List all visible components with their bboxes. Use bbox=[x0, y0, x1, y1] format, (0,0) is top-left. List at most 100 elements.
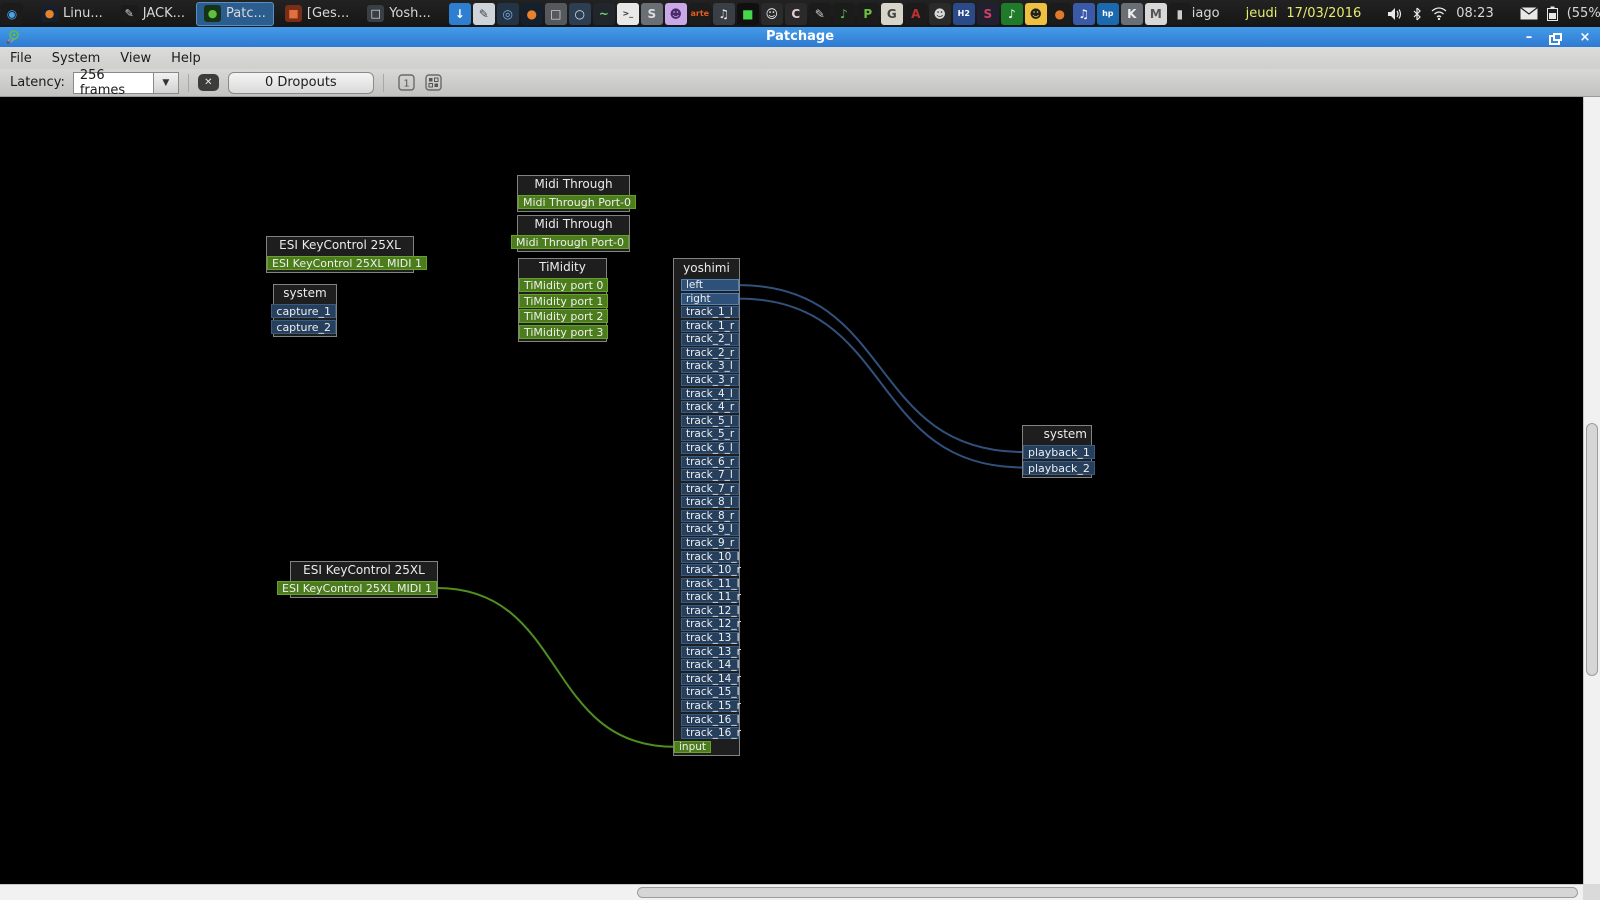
patch-canvas[interactable]: Midi ThroughMidi Through Port-0Midi Thro… bbox=[0, 97, 1583, 884]
pin-app-icon[interactable]: P bbox=[857, 3, 879, 25]
connection-midi[interactable] bbox=[437, 588, 674, 747]
port-track_10_l[interactable]: track_10_l bbox=[681, 551, 739, 563]
node-title[interactable]: ESI KeyControl 25XL bbox=[267, 237, 413, 254]
window-titlebar[interactable]: Patchage – × bbox=[0, 27, 1600, 47]
music-note-icon[interactable]: ♪ bbox=[833, 3, 855, 25]
connection-audio[interactable] bbox=[739, 299, 1023, 468]
port-track_11_l[interactable]: track_11_l bbox=[681, 578, 739, 590]
node-title[interactable]: yoshimi bbox=[674, 259, 739, 277]
port-track_15_l[interactable]: track_15_l bbox=[681, 686, 739, 698]
port-track_8_l[interactable]: track_8_l bbox=[681, 496, 739, 508]
vertical-scrollbar[interactable] bbox=[1583, 97, 1600, 884]
node-title[interactable]: system bbox=[1023, 426, 1091, 443]
port-track_1_l[interactable]: track_1_l bbox=[681, 306, 739, 318]
pencil-tool-icon[interactable]: ✎ bbox=[809, 3, 831, 25]
battery-tray-icon[interactable]: ▮ bbox=[1169, 3, 1191, 25]
mail-icon[interactable] bbox=[1520, 7, 1538, 20]
port-capture_1[interactable]: capture_1 bbox=[271, 304, 336, 318]
port-playback_2[interactable]: playback_2 bbox=[1023, 461, 1095, 475]
panel-weekday[interactable]: jeudi bbox=[1246, 6, 1278, 21]
horizontal-scrollbar[interactable] bbox=[0, 884, 1583, 900]
port-midi-through-port-0[interactable]: Midi Through Port-0 bbox=[511, 235, 629, 249]
taskbar-item-2[interactable]: ✎JACK... bbox=[114, 2, 192, 26]
vmpk-piano-icon[interactable]: ♫ bbox=[1073, 3, 1095, 25]
port-track_15_r[interactable]: track_15_r bbox=[681, 700, 739, 712]
port-track_8_r[interactable]: track_8_r bbox=[681, 510, 739, 522]
horizontal-scrollbar-thumb[interactable] bbox=[637, 887, 1578, 898]
port-right[interactable]: right bbox=[681, 293, 739, 305]
port-timidity-port-2[interactable]: TiMidity port 2 bbox=[519, 309, 608, 323]
node-system-playback[interactable]: system playback_1 playback_2 bbox=[1022, 425, 1092, 478]
menu-file[interactable]: File bbox=[0, 49, 42, 68]
port-track_12_l[interactable]: track_12_l bbox=[681, 605, 739, 617]
vertical-scrollbar-thumb[interactable] bbox=[1586, 423, 1598, 676]
port-track_4_l[interactable]: track_4_l bbox=[681, 388, 739, 400]
port-track_4_r[interactable]: track_4_r bbox=[681, 401, 739, 413]
port-track_9_l[interactable]: track_9_l bbox=[681, 523, 739, 535]
note-app-icon[interactable]: ♪ bbox=[1001, 3, 1023, 25]
node-midi-through-2[interactable]: Midi ThroughMidi Through Port-0 bbox=[517, 215, 630, 252]
zoom-normal-button[interactable]: 1 bbox=[396, 73, 417, 93]
latency-combobox[interactable]: 256 frames ▼ bbox=[73, 72, 179, 94]
taskbar-item-1[interactable]: ●Linu... bbox=[34, 2, 110, 26]
dropouts-button[interactable]: 0 Dropouts bbox=[228, 72, 374, 94]
battery-icon[interactable] bbox=[1547, 6, 1558, 21]
port-track_9_r[interactable]: track_9_r bbox=[681, 537, 739, 549]
terminal-icon[interactable]: >_ bbox=[617, 3, 639, 25]
drum-face-icon[interactable]: ☻ bbox=[929, 3, 951, 25]
menu-launcher-icon[interactable]: ◉ bbox=[1, 3, 23, 25]
port-track_14_r[interactable]: track_14_r bbox=[681, 673, 739, 685]
port-track_6_r[interactable]: track_6_r bbox=[681, 456, 739, 468]
port-track_16_r[interactable]: track_16_r bbox=[681, 727, 739, 739]
desktop-search-icon[interactable]: ○ bbox=[569, 3, 591, 25]
latency-value[interactable]: 256 frames bbox=[73, 72, 153, 94]
port-track_3_r[interactable]: track_3_r bbox=[681, 374, 739, 386]
port-timidity-port-3[interactable]: TiMidity port 3 bbox=[519, 325, 608, 339]
port-track_2_r[interactable]: track_2_r bbox=[681, 347, 739, 359]
port-track_7_r[interactable]: track_7_r bbox=[681, 483, 739, 495]
hp-logo-icon[interactable]: hp bbox=[1097, 3, 1119, 25]
port-track_7_l[interactable]: track_7_l bbox=[681, 469, 739, 481]
snd-icon[interactable]: S bbox=[977, 3, 999, 25]
node-system-capture[interactable]: system capture_1 capture_2 bbox=[273, 284, 337, 337]
wifi-icon[interactable] bbox=[1431, 7, 1447, 20]
input-devices-icon[interactable]: K bbox=[1121, 3, 1143, 25]
node-midi-through-1[interactable]: Midi ThroughMidi Through Port-0 bbox=[517, 175, 630, 212]
mouse-icon[interactable]: M bbox=[1145, 3, 1167, 25]
camera-icon[interactable]: □ bbox=[545, 3, 567, 25]
penguin-icon[interactable]: ☻ bbox=[1025, 3, 1047, 25]
software-update-icon[interactable]: ↓ bbox=[449, 3, 471, 25]
node-title[interactable]: ESI KeyControl 25XL bbox=[291, 562, 437, 579]
minimize-button[interactable]: – bbox=[1522, 30, 1536, 44]
oscilloscope-icon[interactable]: ~ bbox=[593, 3, 615, 25]
droplet-icon[interactable]: ● bbox=[1049, 3, 1071, 25]
node-title[interactable]: system bbox=[274, 285, 336, 302]
close-button[interactable]: × bbox=[1578, 30, 1592, 44]
chevron-down-icon[interactable]: ▼ bbox=[153, 72, 179, 94]
taskbar-item-4[interactable]: ■[Ges... bbox=[278, 2, 356, 26]
port-esi-keycontrol-25xl-midi-1[interactable]: ESI KeyControl 25XL MIDI 1 bbox=[267, 256, 427, 270]
zoom-fit-button[interactable] bbox=[423, 73, 444, 93]
ardour-icon[interactable]: A bbox=[905, 3, 927, 25]
port-esi-keycontrol-25xl-midi-1[interactable]: ESI KeyControl 25XL MIDI 1 bbox=[277, 581, 437, 595]
port-timidity-port-0[interactable]: TiMidity port 0 bbox=[519, 278, 608, 292]
port-track_5_r[interactable]: track_5_r bbox=[681, 428, 739, 440]
menu-help[interactable]: Help bbox=[161, 49, 211, 68]
port-playback_1[interactable]: playback_1 bbox=[1023, 445, 1095, 459]
taskbar-item-5[interactable]: □Yosh... bbox=[360, 2, 438, 26]
green-led-icon[interactable]: ■ bbox=[737, 3, 759, 25]
port-track_12_r[interactable]: track_12_r bbox=[681, 618, 739, 630]
node-title[interactable]: Midi Through bbox=[518, 176, 629, 193]
port-track_13_l[interactable]: track_13_l bbox=[681, 632, 739, 644]
port-track_6_l[interactable]: track_6_l bbox=[681, 442, 739, 454]
midi-keyboard-icon[interactable]: ♫ bbox=[713, 3, 735, 25]
panel-date[interactable]: 17/03/2016 bbox=[1286, 6, 1361, 21]
maximize-button[interactable] bbox=[1550, 30, 1564, 44]
node-yoshimi[interactable]: yoshimileftrighttrack_1_ltrack_1_rtrack_… bbox=[673, 258, 740, 756]
node-esi-keycontrol-1[interactable]: ESI KeyControl 25XLESI KeyControl 25XL M… bbox=[266, 236, 414, 273]
port-input[interactable]: input bbox=[674, 741, 711, 753]
port-capture_2[interactable]: capture_2 bbox=[271, 320, 336, 334]
port-track_1_r[interactable]: track_1_r bbox=[681, 320, 739, 332]
panel-clock[interactable]: 08:23 bbox=[1456, 6, 1493, 21]
volume-icon[interactable] bbox=[1387, 7, 1403, 21]
